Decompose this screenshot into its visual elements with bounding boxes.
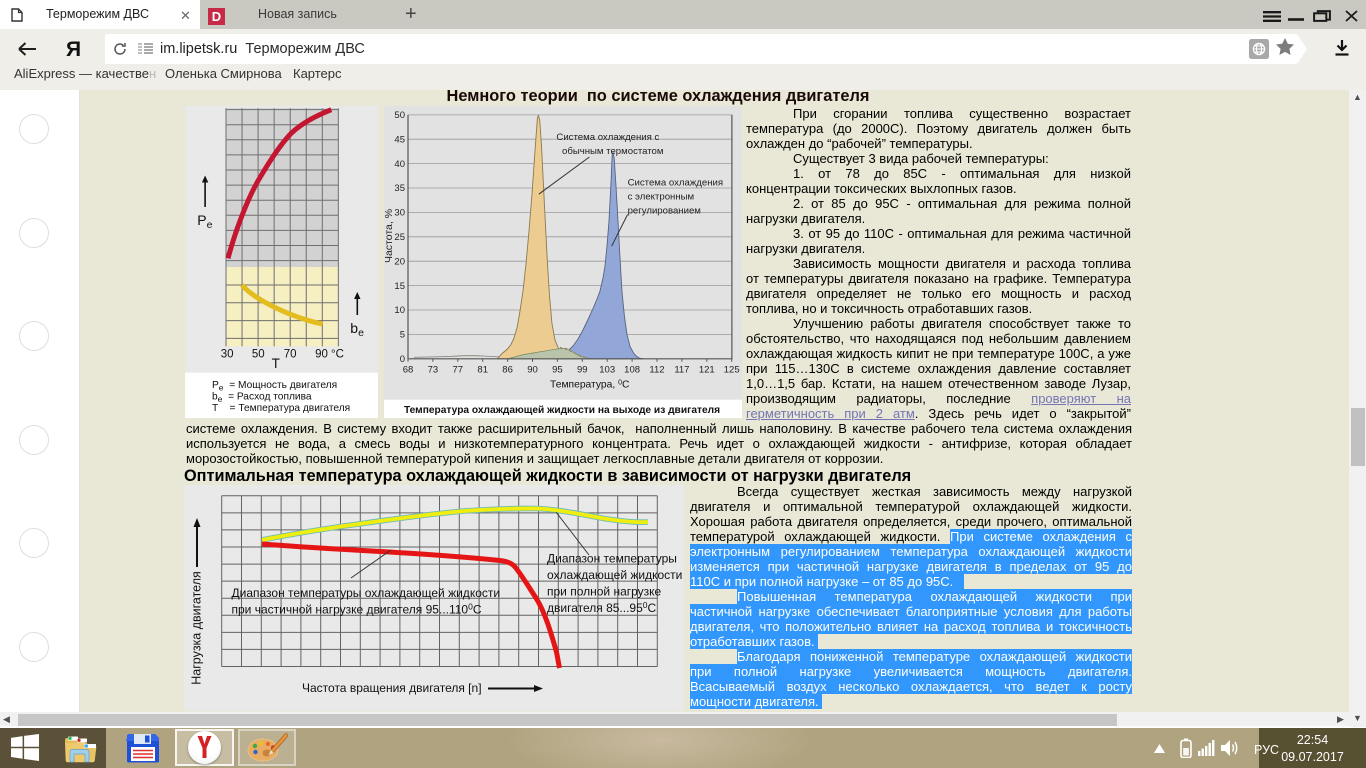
svg-text:с электронным: с электронным [627,191,694,202]
svg-text:90: 90 [315,348,328,360]
svg-text:30: 30 [394,207,405,218]
svg-text:Температура охлаждающей жидкос: Температура охлаждающей жидкости на выхо… [404,405,720,416]
svg-text:T: T [271,356,279,371]
svg-text:50: 50 [252,348,265,360]
svg-text:95: 95 [552,364,563,375]
svg-text:10: 10 [394,305,405,316]
svg-text:40: 40 [394,159,405,170]
svg-text:Диапазон температуры: Диапазон температуры [547,552,677,566]
svg-text:86: 86 [502,364,513,375]
svg-text:45: 45 [394,134,405,145]
svg-text:77: 77 [452,364,463,375]
svg-text:при частичной нагрузке двигате: при частичной нагрузке двигателя 95...11… [232,602,482,617]
svg-text:°C: °C [331,348,344,360]
svg-text:35: 35 [394,183,405,194]
svg-text:25: 25 [394,232,405,243]
svg-text:Система охлаждения с: Система охлаждения с [556,132,659,143]
svg-text:при полной нагрузке: при полной нагрузке [547,585,662,599]
svg-text:70: 70 [283,348,296,360]
svg-text:регулированием: регулированием [627,205,700,216]
svg-text:108: 108 [624,364,640,375]
svg-text:99: 99 [577,364,588,375]
svg-text:68: 68 [402,364,413,375]
svg-text:112: 112 [649,364,664,375]
svg-text:121: 121 [698,364,714,375]
svg-text:Нагрузка двигателя: Нагрузка двигателя [189,571,203,685]
svg-text:117: 117 [674,364,689,375]
svg-text:125: 125 [723,364,739,375]
svg-text:Система охлаждения: Система охлаждения [627,177,722,188]
svg-text:103: 103 [599,364,615,375]
svg-text:Частота вращения двигателя [n]: Частота вращения двигателя [n] [302,681,482,695]
svg-text:5: 5 [399,329,404,340]
svg-text:81: 81 [477,364,488,375]
svg-text:73: 73 [427,364,438,375]
svg-text:Частота, %: Частота, % [384,209,395,263]
svg-text:90: 90 [527,364,538,375]
svg-text:30: 30 [220,348,233,360]
svg-text:Температура, 0С: Температура, 0С [550,379,630,390]
svg-text:T = Температура двигателя: T = Температура двигателя [212,403,350,414]
svg-text:обычным термостатом: обычным термостатом [562,146,664,157]
svg-text:Диапазон температуры охлаждающ: Диапазон температуры охлаждающей жидкост… [232,586,501,600]
svg-text:двигателя 85...950С: двигателя 85...950С [547,600,657,615]
svg-text:охлаждающей жидкости: охлаждающей жидкости [547,568,682,582]
svg-text:50: 50 [394,110,405,121]
svg-text:20: 20 [394,256,405,267]
svg-text:0: 0 [399,354,404,365]
svg-text:15: 15 [394,281,405,292]
